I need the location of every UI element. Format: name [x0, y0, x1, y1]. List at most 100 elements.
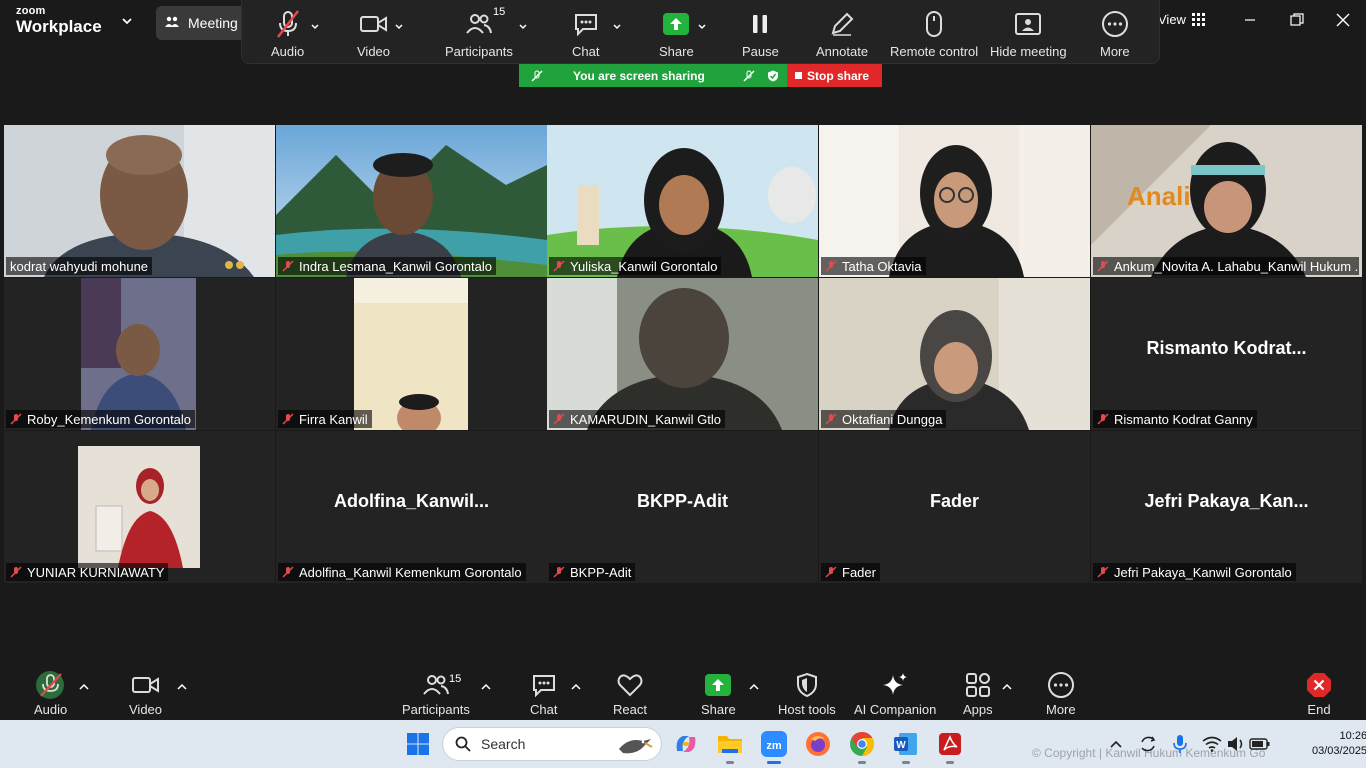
word-icon[interactable]: W [890, 728, 922, 764]
participant-tile[interactable]: BKPP-Adit BKPP-Adit [547, 431, 818, 583]
toolbar-more-button[interactable]: More [1100, 8, 1130, 59]
view-button[interactable]: View [1158, 12, 1206, 27]
participants-options-chevron-icon[interactable] [518, 19, 528, 37]
close-icon[interactable] [1331, 10, 1355, 30]
react-button[interactable]: React [613, 671, 647, 717]
microphone-muted-icon [531, 69, 543, 82]
toolbar-video-button[interactable]: Video [357, 8, 390, 59]
toolbar-annotate-label: Annotate [816, 44, 869, 59]
participant-name: kodrat wahyudi mohune [10, 258, 149, 274]
video-button[interactable]: Video [129, 671, 162, 717]
firefox-icon[interactable] [802, 728, 834, 760]
bird-illustration-icon [619, 739, 653, 754]
toolbar-remote-control-button[interactable]: Remote control [890, 8, 978, 59]
participant-video [276, 125, 547, 277]
participant-tile[interactable]: Jefri Pakaya_Kan... Jefri Pakaya_Kanwil … [1091, 431, 1362, 583]
share-options-chevron-icon[interactable] [748, 679, 760, 697]
system-clock[interactable]: 10:26 03/03/2025 [1312, 729, 1366, 759]
microphone-muted-icon [10, 566, 22, 578]
toolbar-participants-label: Participants [445, 44, 513, 59]
taskbar-search-box[interactable]: Search [442, 727, 662, 761]
chat-button[interactable]: Chat [530, 671, 557, 717]
participant-name: Firra Kanwil [299, 411, 368, 427]
video-options-chevron-icon[interactable] [176, 679, 188, 697]
audio-button[interactable]: Audio [34, 671, 67, 717]
zoom-window: zoom Workplace Meeting View Audio Video [0, 0, 1366, 768]
participant-tile[interactable]: Rismanto Kodrat... Rismanto Kodrat Ganny [1091, 278, 1362, 430]
running-indicator [858, 761, 866, 764]
toolbar-audio-button[interactable]: Audio [271, 8, 304, 59]
apps-label: Apps [963, 702, 993, 717]
share-options-chevron-icon[interactable] [697, 19, 707, 37]
participant-tile[interactable]: Tatha Oktavia [819, 125, 1090, 277]
participants-options-chevron-icon[interactable] [480, 679, 492, 697]
participant-tile[interactable]: KAMARUDIN_Kanwil Gtlo [547, 278, 818, 430]
file-explorer-icon[interactable] [714, 728, 746, 764]
participant-tile[interactable]: Anali Ankum_Novita A. Lahabu_Kanwil Huku… [1091, 125, 1362, 277]
zoom-logo[interactable]: zoom Workplace [16, 6, 102, 36]
participant-name: Indra Lesmana_Kanwil Gorontalo [299, 258, 492, 274]
participant-name: BKPP-Adit [570, 564, 632, 580]
participant-tile[interactable]: Indra Lesmana_Kanwil Gorontalo [276, 125, 547, 277]
video-options-chevron-icon[interactable] [394, 19, 404, 37]
search-icon [455, 736, 471, 752]
meeting-icon [165, 16, 179, 27]
windows-start-icon[interactable] [402, 728, 434, 760]
audio-options-chevron-icon[interactable] [310, 19, 320, 37]
participant-video [819, 278, 1090, 430]
heart-icon [617, 674, 643, 697]
sparkle-icon [883, 673, 908, 695]
apps-options-chevron-icon[interactable] [1001, 679, 1013, 697]
battery-icon[interactable] [1244, 728, 1276, 760]
participant-tile[interactable]: Firra Kanwil [276, 278, 547, 430]
participant-tile[interactable]: kodrat wahyudi mohune [4, 125, 275, 277]
more-button[interactable]: More [1046, 671, 1076, 717]
meeting-tab[interactable]: Meeting [156, 6, 246, 40]
participant-tile[interactable]: Yuliska_Kanwil Gorontalo [547, 125, 818, 277]
participant-tile[interactable]: Roby_Kemenkum Gorontalo [4, 278, 275, 430]
toolbar-annotate-button[interactable]: Annotate [816, 8, 868, 59]
participant-tile[interactable]: Adolfina_Kanwil... Adolfina_Kanwil Kemen… [276, 431, 547, 583]
toolbar-share-label: Share [659, 44, 694, 59]
stop-share-button[interactable]: Stop share [787, 64, 882, 87]
svg-text:W: W [896, 740, 906, 751]
toolbar-share-button[interactable]: Share [659, 8, 694, 59]
apps-button[interactable]: Apps [963, 671, 993, 717]
microphone-muted-icon [282, 413, 294, 425]
end-meeting-button[interactable]: End [1306, 671, 1332, 717]
chevron-up-icon[interactable] [1100, 728, 1132, 760]
participant-name: Oktafiani Dungga [842, 411, 943, 427]
microphone-muted-icon [553, 413, 565, 425]
chrome-icon[interactable] [846, 728, 878, 764]
participant-name: Yuliska_Kanwil Gorontalo [570, 258, 718, 274]
participant-tile[interactable]: YUNIAR KURNIAWATY [4, 431, 275, 583]
participants-count-badge: 15 [449, 673, 462, 685]
host-tools-button[interactable]: Host tools [778, 671, 836, 717]
participant-tile[interactable]: Oktafiani Dungga [819, 278, 1090, 430]
toolbar-chat-button[interactable]: Chat [572, 8, 599, 59]
acrobat-icon[interactable] [934, 728, 966, 764]
restore-icon[interactable] [1285, 10, 1309, 30]
ai-companion-label: AI Companion [854, 702, 937, 717]
chat-options-chevron-icon[interactable] [612, 19, 622, 37]
chat-options-chevron-icon[interactable] [570, 679, 582, 697]
microphone-icon[interactable] [1164, 728, 1196, 760]
toolbar-remote-control-label: Remote control [890, 44, 979, 59]
toolbar-pause-button[interactable]: Pause [742, 8, 779, 59]
minimize-icon[interactable] [1238, 10, 1262, 30]
toolbar-hide-meeting-button[interactable]: Hide meeting [990, 8, 1067, 59]
video-camera-icon [131, 677, 159, 693]
ai-companion-button[interactable]: AI Companion [854, 671, 936, 717]
toolbar-hide-meeting-label: Hide meeting [990, 44, 1067, 59]
participants-label: Participants [402, 702, 470, 717]
audio-options-chevron-icon[interactable] [78, 679, 90, 697]
sync-icon[interactable] [1132, 728, 1164, 760]
microphone-muted-icon [1097, 566, 1109, 578]
copilot-icon[interactable] [670, 728, 702, 760]
chevron-down-icon[interactable] [120, 14, 134, 33]
share-button[interactable]: Share [701, 671, 736, 717]
participant-tile[interactable]: Fader Fader [819, 431, 1090, 583]
more-icon [1047, 672, 1074, 698]
zoom-taskbar-icon[interactable]: zm [758, 728, 790, 764]
microphone-muted-icon [10, 413, 22, 425]
